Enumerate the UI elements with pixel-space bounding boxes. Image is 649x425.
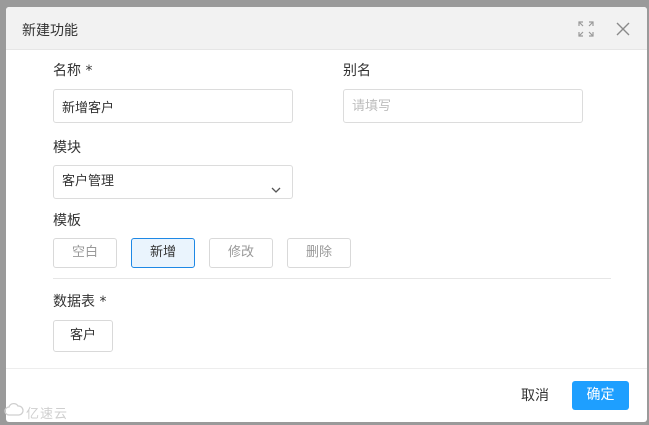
watermark: 亿速云	[4, 401, 67, 422]
confirm-button[interactable]: 确定	[572, 381, 629, 410]
section-divider	[53, 278, 611, 279]
close-icon[interactable]	[614, 20, 632, 38]
footer-divider	[6, 368, 647, 369]
alias-input[interactable]	[343, 89, 583, 123]
module-select-value: 客户管理	[62, 174, 115, 189]
maximize-icon[interactable]	[577, 20, 595, 38]
dialog-title: 新建功能	[22, 23, 78, 39]
template-label: 模板	[53, 213, 81, 229]
template-delete-button[interactable]: 删除	[287, 238, 351, 268]
table-customer-button[interactable]: 客户	[53, 320, 113, 352]
table-label: 数据表 *	[53, 294, 107, 310]
cancel-button[interactable]: 取消	[513, 382, 557, 410]
template-blank-button[interactable]: 空白	[53, 238, 117, 268]
watermark-text: 亿速云	[26, 407, 69, 422]
alias-label: 别名	[343, 63, 371, 79]
dialog-header: 新建功能	[6, 7, 647, 50]
name-input[interactable]	[53, 89, 293, 123]
chevron-down-icon	[270, 177, 282, 193]
template-add-button[interactable]: 新增	[131, 238, 195, 268]
name-label: 名称 *	[53, 63, 93, 79]
template-edit-button[interactable]: 修改	[209, 238, 273, 268]
cloud-logo-icon	[4, 402, 24, 416]
module-select[interactable]: 客户管理	[53, 165, 293, 199]
module-label: 模块	[53, 140, 81, 156]
new-function-dialog: 新建功能 名称 * 别名 模块 客户管理 模板 空白 新增 修改 删除 数据表 …	[6, 7, 647, 422]
